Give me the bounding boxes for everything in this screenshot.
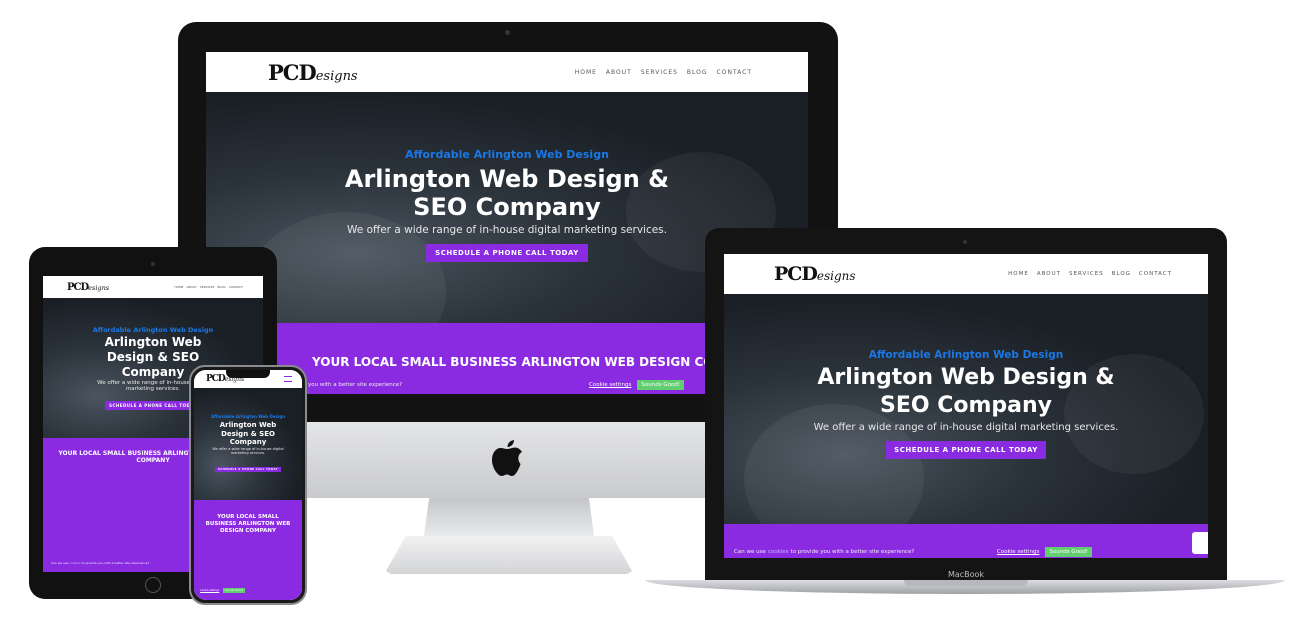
hero-title-line-1: Arlington Web xyxy=(104,335,202,349)
logo-script: esigns xyxy=(315,68,358,84)
nav-services[interactable]: SERVICES xyxy=(200,285,215,289)
nav-home[interactable]: HOME xyxy=(1008,271,1029,277)
hero-section: Affordable Arlington Web Design Arlingto… xyxy=(194,388,302,500)
cta-button[interactable]: SCHEDULE A PHONE CALL TODAY xyxy=(215,466,281,472)
macbook-label: MacBook xyxy=(947,570,985,579)
cookie-settings-link[interactable]: Cookie settings xyxy=(200,589,219,592)
logo-main: PCD xyxy=(67,281,89,293)
logo-script: esigns xyxy=(816,269,856,283)
cookie-bar: Can we use cookies to provide you with a… xyxy=(724,546,1208,558)
imac-base xyxy=(386,536,632,574)
logo-script: esigns xyxy=(88,283,110,292)
iphone-screen: PCDesigns Affordable Arlington Web Desig… xyxy=(194,370,302,600)
ipad-home-button xyxy=(145,577,161,593)
hero-title-line-3: Company xyxy=(229,438,267,446)
nav-about[interactable]: ABOUT xyxy=(186,285,196,289)
nav-blog[interactable]: BLOG xyxy=(217,285,225,289)
hero-eyebrow: Affordable Arlington Web Design xyxy=(210,414,286,419)
hero-eyebrow: Affordable Arlington Web Design xyxy=(405,148,609,161)
intro-section: Can we use cookies to provide you with a… xyxy=(724,524,1208,558)
site-header: PCDesigns HOME ABOUT SERVICES BLOG CONTA… xyxy=(724,254,1208,294)
nav-services[interactable]: SERVICES xyxy=(641,69,678,76)
main-nav: HOME ABOUT SERVICES BLOG CONTACT xyxy=(1008,271,1172,277)
hero-title-line-1: Arlington Web Design & xyxy=(817,365,1115,390)
hero-title-line-2: SEO Company xyxy=(879,393,1052,418)
section-heading-line-2: BUSINESS ARLINGTON WEB xyxy=(205,521,291,527)
cookie-policy-link[interactable]: cookies xyxy=(768,549,789,555)
cookie-accept-button[interactable]: Sounds Good! xyxy=(223,587,245,593)
logo-main: PCD xyxy=(774,263,818,285)
nav-contact[interactable]: CONTACT xyxy=(1139,271,1172,277)
logo-main: PCD xyxy=(268,59,317,85)
section-heading: YOUR LOCAL SMALL BUSINESS ARLINGTON WEB … xyxy=(312,355,762,369)
logo-main: PCD xyxy=(206,374,226,384)
nav-contact[interactable]: CONTACT xyxy=(229,285,243,289)
imac-stand xyxy=(424,498,594,536)
hero-title-line-2: Design & SEO xyxy=(221,429,275,438)
cookie-text: to provide you with a better site experi… xyxy=(81,561,150,565)
hero-title-line-2: SEO Company xyxy=(413,193,601,221)
nav-contact[interactable]: CONTACT xyxy=(717,69,752,76)
nav-home[interactable]: HOME xyxy=(174,285,183,289)
cta-button[interactable]: SCHEDULE A PHONE CALL TODAY xyxy=(105,401,201,410)
macbook-hinge xyxy=(904,580,1028,586)
site-logo[interactable]: PCDesigns xyxy=(774,263,856,285)
nav-blog[interactable]: BLOG xyxy=(687,69,708,76)
hero-eyebrow: Affordable Arlington Web Design xyxy=(868,349,1064,361)
cookie-prefix: Can we use xyxy=(51,561,69,565)
section-heading-line-1: YOUR LOCAL SMALL xyxy=(217,514,279,520)
cookie-settings-link[interactable]: Cookie settings xyxy=(589,382,631,388)
nav-blog[interactable]: BLOG xyxy=(1112,271,1131,277)
macbook-screen: PCDesigns HOME ABOUT SERVICES BLOG CONTA… xyxy=(724,254,1208,558)
imac-camera xyxy=(505,30,510,35)
nav-about[interactable]: ABOUT xyxy=(606,69,632,76)
hero-subtitle: We offer a wide range of in-house digita… xyxy=(813,422,1119,433)
site-header: PCDesigns HOME ABOUT SERVICES BLOG CONTA… xyxy=(206,52,808,92)
cookie-prefix: Can we use xyxy=(734,549,766,555)
cookie-settings-link[interactable]: Cookie settings xyxy=(997,549,1039,555)
cta-button[interactable]: SCHEDULE A PHONE CALL TODAY xyxy=(886,441,1046,459)
iphone-notch xyxy=(226,370,270,378)
hero-content: Affordable Arlington Web Design Arlingto… xyxy=(724,349,1208,459)
apple-logo-icon xyxy=(492,440,522,476)
nav-about[interactable]: ABOUT xyxy=(1037,271,1061,277)
site-header: PCDesigns HOME ABOUT SERVICES BLOG CONTA… xyxy=(43,276,263,298)
nav-services[interactable]: SERVICES xyxy=(1069,271,1104,277)
main-nav: HOME ABOUT SERVICES BLOG CONTACT xyxy=(575,69,752,76)
nav-home[interactable]: HOME xyxy=(575,69,597,76)
main-nav: HOME ABOUT SERVICES BLOG CONTACT xyxy=(174,285,243,289)
hero-section: Affordable Arlington Web Design Arlingto… xyxy=(724,294,1208,524)
hero-title-line-2: Design & SEO xyxy=(106,350,200,364)
intro-section: YOUR LOCAL SMALL BUSINESS ARLINGTON WEB … xyxy=(194,500,302,600)
ipad-camera xyxy=(151,262,155,266)
hero-subtitle-line-2: marketing services. xyxy=(230,450,266,455)
cookie-text: you with a better site experience? xyxy=(308,382,403,388)
hero-eyebrow: Affordable Arlington Web Design xyxy=(92,326,214,334)
section-heading-line-3: DESIGN COMPANY xyxy=(220,528,276,534)
cookie-accept-button[interactable]: Sounds Good! xyxy=(1045,547,1092,557)
recaptcha-badge xyxy=(1192,532,1208,554)
section-heading: YOUR LOCAL SMALL BUSINESS ARLINGTON WEB … xyxy=(194,514,302,535)
cookie-bar: Cookie settings Sounds Good! xyxy=(194,586,302,594)
cookie-accept-button[interactable]: Sounds Good! xyxy=(637,380,684,390)
cookie-policy-link[interactable]: cookies xyxy=(69,561,80,565)
site-logo[interactable]: PCDesigns xyxy=(268,60,358,85)
site-logo[interactable]: PCDesigns xyxy=(67,282,109,293)
macbook-camera xyxy=(963,240,967,244)
cta-button[interactable]: SCHEDULE A PHONE CALL TODAY xyxy=(426,244,588,262)
hero-title-line-1: Arlington Web xyxy=(219,421,277,429)
hero-title-line-1: Arlington Web Design & xyxy=(344,165,670,193)
hamburger-menu-icon[interactable] xyxy=(284,376,292,382)
hero-content: Affordable Arlington Web Design Arlingto… xyxy=(194,414,302,474)
cookie-text: to provide you with a better site experi… xyxy=(790,549,915,555)
